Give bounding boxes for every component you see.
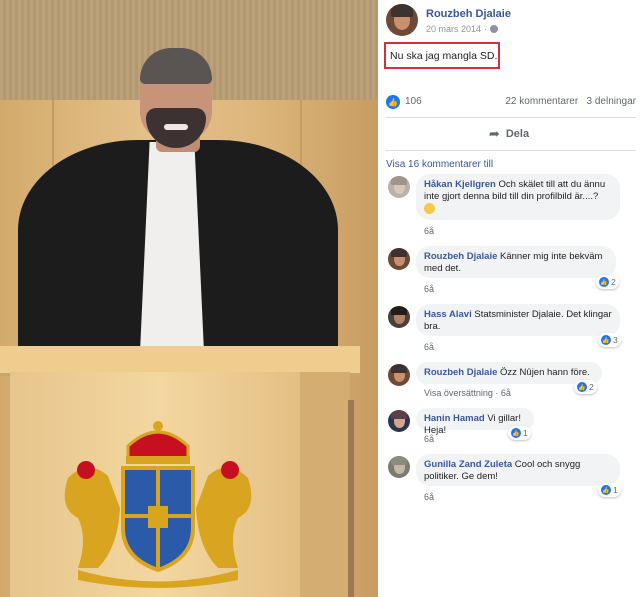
comment-meta: Visa översättning · 6å xyxy=(424,388,511,398)
reaction-number: 2 xyxy=(589,382,594,392)
comment-item: Hass Alavi Statsminister Djalaie. Det kl… xyxy=(386,304,636,356)
meta-separator: · xyxy=(484,24,488,34)
avatar[interactable] xyxy=(388,410,410,432)
like-icon: 👍 xyxy=(577,382,587,392)
divider xyxy=(386,117,636,118)
comment-time[interactable]: 6å xyxy=(424,226,434,236)
swedish-coat-of-arms-emblem xyxy=(64,421,252,588)
comment-author[interactable]: Håkan Kjellgren xyxy=(424,179,496,190)
facebook-post-panel: Rouzbeh Djalaie 20 mars 2014 · Nu ska ja… xyxy=(378,0,640,597)
avatar[interactable] xyxy=(388,456,410,478)
reaction-number: 2 xyxy=(611,277,616,287)
translate-link[interactable]: Visa översättning xyxy=(424,388,493,398)
comment-author[interactable]: Rouzbeh Djalaie xyxy=(424,367,497,378)
comment-item: Hanin Hamad Vi gillar! Heja! 👍 1 6å xyxy=(386,408,636,448)
post-header: Rouzbeh Djalaie 20 mars 2014 · xyxy=(386,4,636,38)
photo-rail xyxy=(348,400,354,597)
share-count[interactable]: 3 delningar xyxy=(587,96,636,107)
comment-time[interactable]: 6å xyxy=(424,492,434,502)
avatar[interactable] xyxy=(388,364,410,386)
comment-count[interactable]: 22 kommentarer xyxy=(505,96,578,107)
comment-item: Gunilla Zand Zuleta Cool och snygg polit… xyxy=(386,454,636,506)
comment-author[interactable]: Rouzbeh Djalaie xyxy=(424,251,497,262)
post-author-name[interactable]: Rouzbeh Djalaie xyxy=(426,8,511,20)
share-label: Dela xyxy=(505,128,530,140)
post-text: Nu ska jag mangla SD. xyxy=(390,49,498,62)
like-icon: 👍 xyxy=(601,485,611,495)
avatar[interactable] xyxy=(388,248,410,270)
like-count[interactable]: 106 xyxy=(405,96,422,107)
comment-bubble: Rouzbeh Djalaie Känner mig inte bekväm m… xyxy=(416,246,616,278)
reaction-number: 1 xyxy=(613,485,618,495)
reaction-count[interactable]: 👍 1 xyxy=(508,426,531,440)
comment-time[interactable]: 6å xyxy=(424,284,434,294)
view-more-comments-link[interactable]: Visa 16 kommentarer till xyxy=(386,159,493,170)
photo-lectern-side xyxy=(300,372,350,597)
like-icon: 👍 xyxy=(601,335,611,345)
globe-icon xyxy=(490,25,499,33)
share-arrow-icon: ➦ xyxy=(488,126,500,141)
comment-time[interactable]: 6å xyxy=(424,342,434,352)
share-button[interactable]: ➦ Dela xyxy=(378,124,640,144)
avatar[interactable] xyxy=(388,306,410,328)
divider xyxy=(386,150,636,151)
comment-author[interactable]: Gunilla Zand Zuleta xyxy=(424,459,512,470)
avatar[interactable] xyxy=(388,176,410,198)
smile-emoji-icon xyxy=(424,203,435,214)
post-date[interactable]: 20 mars 2014 xyxy=(426,24,481,34)
comment-author[interactable]: Hanin Hamad xyxy=(424,413,485,424)
reaction-number: 1 xyxy=(523,428,528,438)
reaction-count[interactable]: 👍 1 xyxy=(598,483,621,497)
like-icon: 👍 xyxy=(386,95,400,109)
reaction-number: 3 xyxy=(613,335,618,345)
comment-item: Håkan Kjellgren Och skälet till att du ä… xyxy=(386,174,636,238)
comment-bubble: Gunilla Zand Zuleta Cool och snygg polit… xyxy=(416,454,620,486)
like-icon: 👍 xyxy=(599,277,609,287)
photo-person-smile xyxy=(164,124,188,130)
post-meta: 20 mars 2014 · xyxy=(426,24,499,34)
reaction-count[interactable]: 👍 3 xyxy=(598,333,621,347)
comment-bubble: Rouzbeh Djalaie Özz Nûjen hann före. xyxy=(416,362,602,384)
post-photo[interactable] xyxy=(0,0,378,597)
comment-time[interactable]: 6å xyxy=(501,388,511,398)
post-text-highlight: Nu ska jag mangla SD. xyxy=(384,42,500,69)
photo-person-shirt xyxy=(140,142,204,352)
comment-time[interactable]: 6å xyxy=(424,434,434,444)
comment-text: Özz Nûjen hann före. xyxy=(500,367,590,378)
post-stats: 👍 106 22 kommentarer 3 delningar xyxy=(386,95,638,109)
like-icon: 👍 xyxy=(511,428,521,438)
comment-author[interactable]: Hass Alavi xyxy=(424,309,472,320)
stats-right: 22 kommentarer 3 delningar xyxy=(505,96,636,107)
comment-item: Rouzbeh Djalaie Özz Nûjen hann före. 👍 2… xyxy=(386,362,636,402)
comment-bubble: Håkan Kjellgren Och skälet till att du ä… xyxy=(416,174,620,220)
comment-bubble: Hass Alavi Statsminister Djalaie. Det kl… xyxy=(416,304,620,336)
meta-separator: · xyxy=(495,388,499,398)
reaction-count[interactable]: 👍 2 xyxy=(574,380,597,394)
reaction-count[interactable]: 👍 2 xyxy=(596,275,619,289)
comment-item: Rouzbeh Djalaie Känner mig inte bekväm m… xyxy=(386,246,636,298)
avatar[interactable] xyxy=(386,4,418,36)
